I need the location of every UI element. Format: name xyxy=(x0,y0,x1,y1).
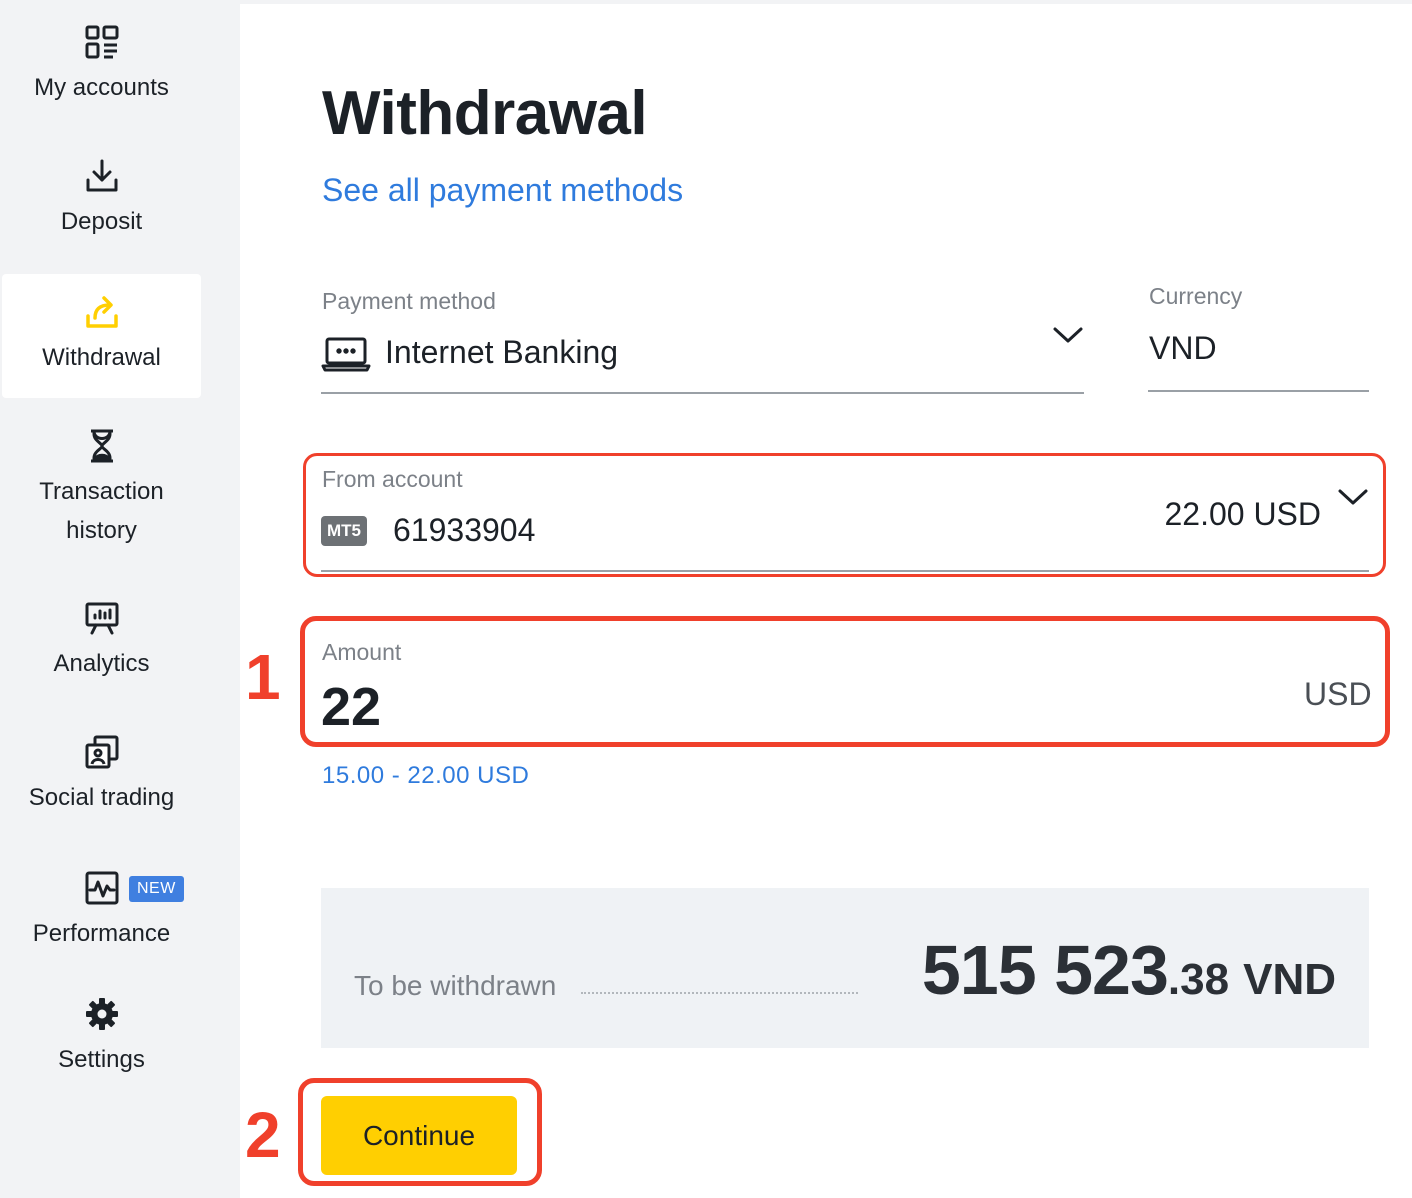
currency-label: Currency xyxy=(1149,283,1243,309)
sidebar-item-label: Performance xyxy=(32,920,171,947)
sidebar-item-analytics[interactable]: Analytics xyxy=(2,600,201,700)
sidebar-item-settings[interactable]: Settings xyxy=(2,996,201,1096)
continue-button[interactable]: Continue xyxy=(321,1096,517,1175)
currency-value: VND xyxy=(1149,330,1217,366)
gear-icon xyxy=(84,996,120,1032)
accounts-grid-icon xyxy=(84,24,120,60)
chevron-down-icon[interactable] xyxy=(1052,326,1084,349)
sidebar-item-performance[interactable]: NEW Performance xyxy=(2,870,201,970)
download-icon xyxy=(84,158,120,194)
page-title: Withdrawal xyxy=(322,79,648,148)
account-balance: 22.00 USD xyxy=(1164,496,1321,532)
sidebar-item-label: Deposit xyxy=(60,208,143,235)
sidebar-item-label: My accounts xyxy=(34,74,169,101)
amount-label: Amount xyxy=(322,639,402,665)
sidebar-item-label: Withdrawal xyxy=(42,344,161,371)
chevron-down-icon[interactable] xyxy=(1337,488,1369,511)
sidebar: My accounts Deposit Withdrawal Transacti… xyxy=(0,0,240,1198)
withdraw-amount-integer: 515 523 xyxy=(921,931,1169,1009)
sidebar-item-deposit[interactable]: Deposit xyxy=(2,158,201,258)
withdraw-amount: 515 523.38 VND xyxy=(922,930,1336,1010)
new-badge: NEW xyxy=(129,876,184,902)
hourglass-icon xyxy=(84,428,120,464)
sidebar-item-label: Transaction history xyxy=(39,478,164,544)
from-account-select[interactable]: MT5 61933904 22.00 USD xyxy=(321,489,1369,572)
currency-field[interactable]: VND xyxy=(1148,326,1369,392)
platform-badge: MT5 xyxy=(321,516,367,546)
amount-input[interactable] xyxy=(321,672,921,742)
sidebar-item-label: Social trading xyxy=(28,784,175,811)
laptop-icon xyxy=(321,336,371,377)
sidebar-item-label: Settings xyxy=(58,1046,145,1073)
to-be-withdrawn-label: To be withdrawn xyxy=(354,970,557,1001)
sidebar-item-my-accounts[interactable]: My accounts xyxy=(2,24,201,124)
performance-chart-icon xyxy=(84,870,120,906)
amount-range-hint: 15.00 - 22.00 USD xyxy=(322,762,530,789)
sidebar-item-label: Analytics xyxy=(53,650,150,677)
step-marker-1: 1 xyxy=(245,641,281,713)
payment-method-label: Payment method xyxy=(322,288,496,314)
step-marker-2: 2 xyxy=(245,1099,281,1171)
account-number: 61933904 xyxy=(393,512,536,548)
dotted-leader xyxy=(581,992,858,994)
see-all-payment-methods-link[interactable]: See all payment methods xyxy=(322,172,683,209)
from-account-label: From account xyxy=(322,466,463,492)
amount-unit: USD xyxy=(1304,676,1372,712)
withdraw-amount-decimal: .38 xyxy=(1167,955,1230,1004)
payment-method-value: Internet Banking xyxy=(385,334,619,370)
sidebar-item-withdrawal[interactable]: Withdrawal xyxy=(2,274,201,398)
social-trading-icon xyxy=(84,734,120,770)
withdraw-currency: VND xyxy=(1243,955,1336,1004)
presentation-chart-icon xyxy=(84,600,120,636)
sidebar-item-transaction-history[interactable]: Transaction history xyxy=(2,428,201,568)
payment-method-select[interactable]: Internet Banking xyxy=(321,326,1084,394)
withdrawal-upload-icon xyxy=(84,294,120,330)
sidebar-item-social-trading[interactable]: Social trading xyxy=(2,734,201,834)
withdraw-summary: To be withdrawn 515 523.38 VND xyxy=(321,888,1369,1048)
